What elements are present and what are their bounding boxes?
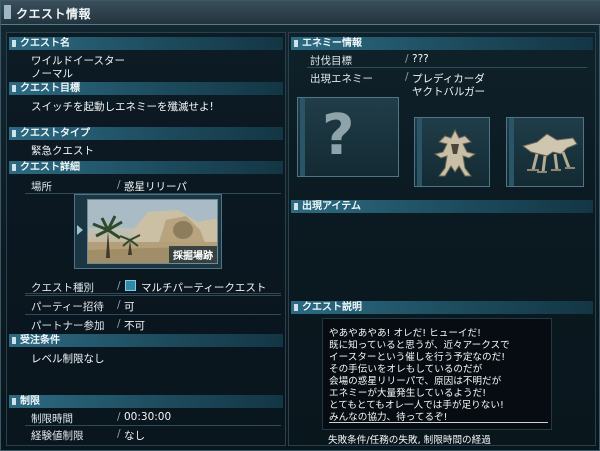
divider — [307, 67, 587, 68]
party-invite-slash: / — [117, 299, 121, 311]
party-invite-value: 可 — [124, 301, 135, 313]
description-box: やあやあやあ! オレだ! ヒューイだ! 既に知っていると思うが、近々アークスで … — [322, 318, 552, 430]
location-value: 惑星リリーパ — [124, 181, 187, 193]
fail-divider — [329, 422, 548, 423]
description-line: みんなの協力、待ってるぞ! — [329, 412, 448, 423]
slot-tag — [300, 98, 305, 176]
partner-slash: / — [117, 318, 121, 330]
enemy-info-panel: エネミー情報 討伐目標 / ??? 出現エネミー / プレディカーダ ヤクトバル… — [288, 32, 596, 446]
location-thumbnail-frame[interactable]: 採掘場跡 — [74, 194, 222, 269]
quest-difficulty: ノーマル — [31, 68, 73, 80]
target-label: 討伐目標 — [310, 55, 352, 67]
multi-party-icon — [125, 280, 136, 291]
divider — [25, 295, 281, 296]
category-label: クエスト種別 — [31, 282, 94, 294]
conditions-value: レベル制限なし — [31, 353, 105, 365]
quest-objective-text: スイッチを起動しエネミーを殲滅せよ! — [31, 101, 214, 113]
partner-label: パートナー参加 — [31, 320, 105, 332]
unknown-enemy-icon: ? — [322, 103, 355, 168]
appearing-enemies-label: 出現エネミー — [310, 73, 373, 85]
jagd-balgar-icon — [521, 133, 578, 173]
window-title: クエスト情報 — [16, 7, 92, 21]
category-slash: / — [117, 280, 121, 292]
slot-tag — [417, 118, 422, 186]
category-value: マルチパーティークエスト — [141, 282, 267, 294]
quest-detail-header: クエスト詳細 — [9, 161, 283, 174]
exp-limit-label: 経験値制限 — [31, 430, 84, 442]
quest-info-window: クエスト情報 クエスト名 ワイルドイースター ノーマル クエスト目標 スイッチを… — [0, 0, 600, 451]
predicada-icon — [433, 128, 477, 177]
party-invite-label: パーティー招待 — [31, 301, 104, 313]
quest-objective-header: クエスト目標 — [9, 82, 283, 95]
time-limit-value: 00:30:00 — [124, 411, 172, 423]
divider — [25, 425, 281, 426]
location-thumbnail: 採掘場跡 — [87, 199, 218, 264]
enemy-slot-1[interactable] — [414, 117, 490, 187]
appearing-enemies-slash: / — [405, 71, 409, 83]
target-slash: / — [405, 53, 409, 65]
enemy-name-2: ヤクトバルガー — [412, 86, 486, 98]
items-header: 出現アイテム — [291, 200, 593, 213]
target-value: ??? — [412, 53, 429, 65]
quest-type-header: クエストタイプ — [9, 127, 283, 140]
fail-condition: 失敗条件/任務の失敗, 制限時間の経過 — [328, 435, 491, 446]
time-limit-slash: / — [117, 411, 121, 423]
exp-limit-slash: / — [117, 428, 121, 440]
quest-name-header: クエスト名 — [9, 37, 283, 50]
time-limit-label: 制限時間 — [31, 413, 73, 425]
title-bar: クエスト情報 — [1, 1, 600, 25]
location-slash: / — [117, 179, 121, 191]
quest-type-value: 緊急クエスト — [31, 145, 94, 157]
title-marker — [4, 5, 11, 19]
location-label: 場所 — [31, 181, 52, 193]
exp-limit-value: なし — [124, 430, 145, 442]
limits-header: 制限 — [9, 395, 283, 408]
conditions-header: 受注条件 — [9, 334, 283, 347]
slot-tag — [509, 118, 514, 186]
target-enemy-slot[interactable]: ? — [297, 97, 399, 177]
partner-value: 不可 — [124, 320, 145, 332]
enemy-info-header: エネミー情報 — [291, 37, 593, 50]
thumbnail-arrow-icon — [77, 225, 83, 235]
divider — [25, 314, 281, 315]
location-thumbnail-caption: 採掘場跡 — [169, 246, 217, 263]
description-header: クエスト説明 — [291, 301, 593, 314]
enemy-slot-2[interactable] — [506, 117, 584, 187]
